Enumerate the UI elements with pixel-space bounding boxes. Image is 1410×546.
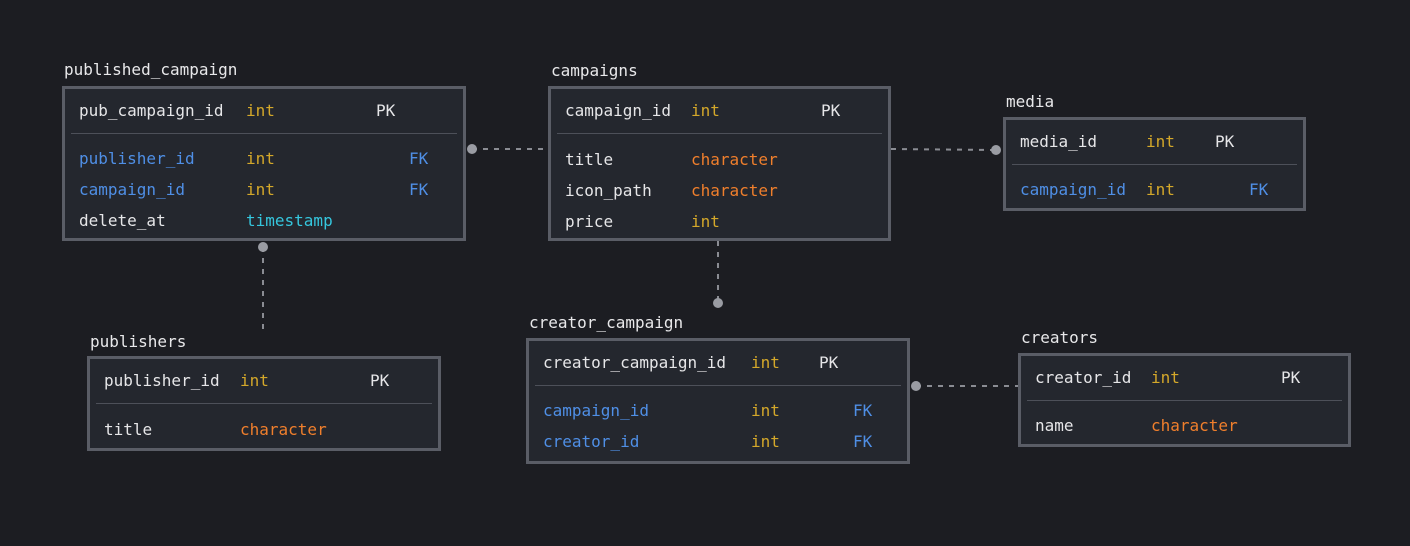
column-type: int: [691, 212, 720, 231]
table-title-creators: creators: [1021, 328, 1099, 347]
column-name: campaign_id: [1020, 180, 1126, 199]
column-type: character: [691, 150, 778, 169]
table-creator-campaign[interactable]: creator_campaign_id int PK campaign_id int FK…: [526, 338, 910, 464]
er-diagram: published_campaign pub_campaign_id int PK pu…: [0, 0, 1410, 546]
primary-key-badge: PK: [1215, 132, 1235, 151]
relation-lines: [258, 144, 1018, 391]
column-type: int: [751, 353, 780, 372]
column-type: int: [246, 101, 275, 120]
pk-divider: [557, 133, 882, 134]
relation-endpoint-dot: [911, 381, 921, 391]
column-type: int: [1146, 132, 1175, 151]
column-name: title: [104, 420, 153, 439]
column-name: icon_path: [565, 181, 652, 200]
column-row-media-id[interactable]: media_id int PK: [1006, 130, 1303, 154]
column-row-creator-id[interactable]: creator_id int FK: [529, 430, 907, 454]
table-creators[interactable]: creator_id int PK name character: [1018, 353, 1351, 447]
foreign-key-badge: FK: [409, 180, 429, 199]
column-name: publisher_id: [79, 149, 195, 168]
column-name: media_id: [1020, 132, 1098, 151]
column-name: campaign_id: [543, 401, 649, 420]
foreign-key-badge: FK: [853, 401, 873, 420]
table-campaigns[interactable]: campaign_id int PK title character icon_path c…: [548, 86, 891, 241]
column-row-publisher-id[interactable]: publisher_id int FK: [65, 147, 463, 171]
primary-key-badge: PK: [376, 101, 396, 120]
column-row-campaign-id[interactable]: campaign_id int FK: [65, 178, 463, 202]
column-row-publisher-id[interactable]: publisher_id int PK: [90, 369, 438, 393]
column-name: campaign_id: [565, 101, 671, 120]
primary-key-badge: PK: [1281, 368, 1301, 387]
column-name: creator_id: [543, 432, 640, 451]
column-type: int: [1146, 180, 1175, 199]
pk-divider: [1027, 400, 1342, 401]
relation-endpoint-dot: [991, 145, 1001, 155]
column-type: character: [1151, 416, 1238, 435]
table-title-published-campaign: published_campaign: [64, 60, 238, 79]
foreign-key-badge: FK: [853, 432, 873, 451]
foreign-key-badge: FK: [409, 149, 429, 168]
column-type: int: [751, 401, 780, 420]
column-row-title[interactable]: title character: [90, 418, 438, 442]
column-row-creator-campaign-id[interactable]: creator_campaign_id int PK: [529, 351, 907, 375]
column-row-pub-campaign-id[interactable]: pub_campaign_id int PK: [65, 99, 463, 123]
column-name: price: [565, 212, 614, 231]
pk-divider: [96, 403, 432, 404]
column-row-creator-id[interactable]: creator_id int PK: [1021, 366, 1348, 390]
primary-key-badge: PK: [821, 101, 841, 120]
column-type: int: [691, 101, 720, 120]
column-type: character: [691, 181, 778, 200]
pk-divider: [1012, 164, 1297, 165]
column-type: character: [240, 420, 327, 439]
column-type: int: [1151, 368, 1180, 387]
column-name: creator_id: [1035, 368, 1132, 387]
column-type: int: [751, 432, 780, 451]
column-name: pub_campaign_id: [79, 101, 224, 120]
relation-endpoint-dot: [713, 298, 723, 308]
pk-divider: [535, 385, 901, 386]
table-published-campaign[interactable]: pub_campaign_id int PK publisher_id int FK cam…: [62, 86, 466, 241]
column-row-icon-path[interactable]: icon_path character: [551, 179, 888, 203]
table-title-media: media: [1006, 92, 1055, 111]
relation-endpoint-dot: [258, 242, 268, 252]
column-row-name[interactable]: name character: [1021, 414, 1348, 438]
table-publishers[interactable]: publisher_id int PK title character: [87, 356, 441, 451]
column-name: delete_at: [79, 211, 166, 230]
relation-endpoint-dot: [467, 144, 477, 154]
column-type: timestamp: [246, 211, 333, 230]
column-name: campaign_id: [79, 180, 185, 199]
column-row-campaign-id[interactable]: campaign_id int FK: [529, 399, 907, 423]
column-type: int: [240, 371, 269, 390]
primary-key-badge: PK: [819, 353, 839, 372]
column-type: int: [246, 180, 275, 199]
foreign-key-badge: FK: [1249, 180, 1269, 199]
column-type: int: [246, 149, 275, 168]
column-row-campaign-id[interactable]: campaign_id int FK: [1006, 178, 1303, 202]
column-row-delete-at[interactable]: delete_at timestamp: [65, 209, 463, 233]
column-name: name: [1035, 416, 1074, 435]
table-title-publishers: publishers: [90, 332, 187, 351]
relation-line-campaigns-to-media: [890, 148, 997, 151]
column-name: publisher_id: [104, 371, 220, 390]
pk-divider: [71, 133, 457, 134]
column-name: creator_campaign_id: [543, 353, 727, 372]
table-title-campaigns: campaigns: [551, 61, 638, 80]
column-row-price[interactable]: price int: [551, 210, 888, 234]
column-row-title[interactable]: title character: [551, 148, 888, 172]
column-row-campaign-id[interactable]: campaign_id int PK: [551, 99, 888, 123]
primary-key-badge: PK: [370, 371, 390, 390]
table-title-creator-campaign: creator_campaign: [529, 313, 684, 332]
column-name: title: [565, 150, 614, 169]
table-media[interactable]: media_id int PK campaign_id int FK: [1003, 117, 1306, 211]
